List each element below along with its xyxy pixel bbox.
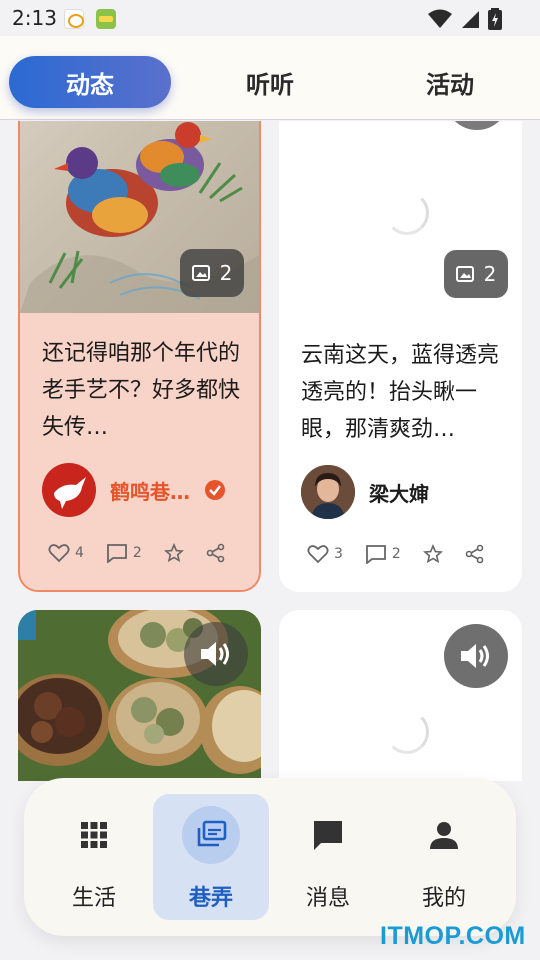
post-card[interactable]: 2 云南这天，蓝得透亮透亮的！抬头瞅一眼，那清爽劲… 梁大婶 3 2 bbox=[279, 121, 522, 592]
post-card[interactable] bbox=[18, 610, 261, 781]
post-title[interactable]: 还记得咱那个年代的老手艺不？好多都快失传… bbox=[42, 335, 242, 447]
nav-item-wode[interactable]: 我的 bbox=[386, 794, 502, 920]
heart-icon bbox=[48, 544, 70, 563]
bottom-nav: 生活 巷弄 消息 我的 bbox=[24, 778, 516, 936]
comment-count: 2 bbox=[391, 546, 401, 562]
author-row[interactable]: 梁大婶 bbox=[301, 465, 429, 519]
like-count: 4 bbox=[75, 545, 84, 561]
tab-tingting[interactable]: 听听 bbox=[189, 56, 351, 108]
more-button[interactable] bbox=[445, 121, 509, 130]
app-icon-yc bbox=[64, 9, 84, 29]
nav-label: 巷弄 bbox=[188, 886, 233, 911]
loading-spinner bbox=[385, 710, 429, 754]
star-icon bbox=[422, 544, 443, 564]
status-bar: 2:13 bbox=[0, 0, 540, 36]
comment-button[interactable]: 2 bbox=[106, 543, 142, 563]
avatar[interactable] bbox=[42, 463, 96, 517]
person-icon bbox=[430, 822, 458, 849]
like-button[interactable]: 3 bbox=[307, 544, 343, 564]
image-icon bbox=[455, 266, 474, 282]
chat-icon bbox=[314, 821, 342, 850]
loading-spinner bbox=[385, 191, 429, 235]
share-button[interactable] bbox=[206, 543, 226, 563]
comment-icon bbox=[107, 544, 127, 563]
grid-icon bbox=[81, 822, 107, 848]
image-count-badge: 2 bbox=[444, 250, 508, 298]
verified-badge-icon bbox=[205, 480, 225, 500]
nav-label: 生活 bbox=[71, 886, 116, 911]
author-row[interactable]: 鹤鸣巷… bbox=[42, 463, 226, 517]
nav-item-shenghuo[interactable]: 生活 bbox=[36, 794, 152, 920]
post-title[interactable]: 云南这天，蓝得透亮透亮的！抬头瞅一眼，那清爽劲… bbox=[301, 337, 506, 449]
image-count: 2 bbox=[219, 261, 233, 285]
author-name[interactable]: 鹤鸣巷… bbox=[110, 476, 190, 505]
wifi-icon bbox=[428, 9, 452, 28]
avatar[interactable] bbox=[301, 465, 355, 519]
app-icon-green bbox=[96, 9, 116, 29]
audio-play-button[interactable] bbox=[184, 622, 248, 686]
battery-icon bbox=[488, 8, 502, 30]
nav-label: 消息 bbox=[305, 886, 350, 911]
favorite-button[interactable] bbox=[163, 543, 184, 563]
star-icon bbox=[163, 543, 184, 563]
share-button[interactable] bbox=[465, 544, 485, 564]
gallery-icon bbox=[197, 820, 227, 847]
heart-icon bbox=[307, 545, 329, 564]
image-count: 2 bbox=[483, 262, 497, 286]
tab-huodong[interactable]: 活动 bbox=[369, 56, 531, 108]
image-icon bbox=[191, 265, 210, 281]
tab-dongtai[interactable]: 动态 bbox=[9, 56, 171, 108]
watermark: ITMOP.COM bbox=[380, 922, 526, 950]
post-card[interactable]: 2 还记得咱那个年代的老手艺不？好多都快失传… 鹤鸣巷… 4 2 bbox=[18, 121, 261, 592]
feed[interactable]: 2 还记得咱那个年代的老手艺不？好多都快失传… 鹤鸣巷… 4 2 2 云南这天，… bbox=[0, 121, 540, 781]
like-count: 3 bbox=[334, 546, 343, 562]
speaker-icon bbox=[201, 642, 229, 666]
favorite-button[interactable] bbox=[422, 544, 443, 564]
status-time: 2:13 bbox=[12, 6, 57, 30]
speaker-icon bbox=[461, 644, 489, 668]
author-name[interactable]: 梁大婶 bbox=[369, 478, 429, 507]
top-tab-bar: 动态 听听 活动 bbox=[0, 36, 540, 120]
nav-item-xiaoxi[interactable]: 消息 bbox=[270, 794, 386, 920]
comment-count: 2 bbox=[132, 545, 142, 561]
action-bar: 3 2 bbox=[307, 544, 485, 564]
like-button[interactable]: 4 bbox=[48, 543, 84, 563]
share-icon bbox=[206, 543, 225, 563]
comment-icon bbox=[366, 545, 386, 564]
action-bar: 4 2 bbox=[48, 543, 226, 563]
comment-button[interactable]: 2 bbox=[365, 544, 401, 564]
nav-label: 我的 bbox=[421, 886, 466, 911]
nav-item-xiangnong[interactable]: 巷弄 bbox=[153, 794, 269, 920]
share-icon bbox=[465, 544, 484, 564]
image-count-badge: 2 bbox=[180, 249, 244, 297]
signal-icon bbox=[462, 11, 479, 28]
post-card[interactable] bbox=[279, 610, 522, 781]
audio-play-button[interactable] bbox=[444, 624, 508, 688]
